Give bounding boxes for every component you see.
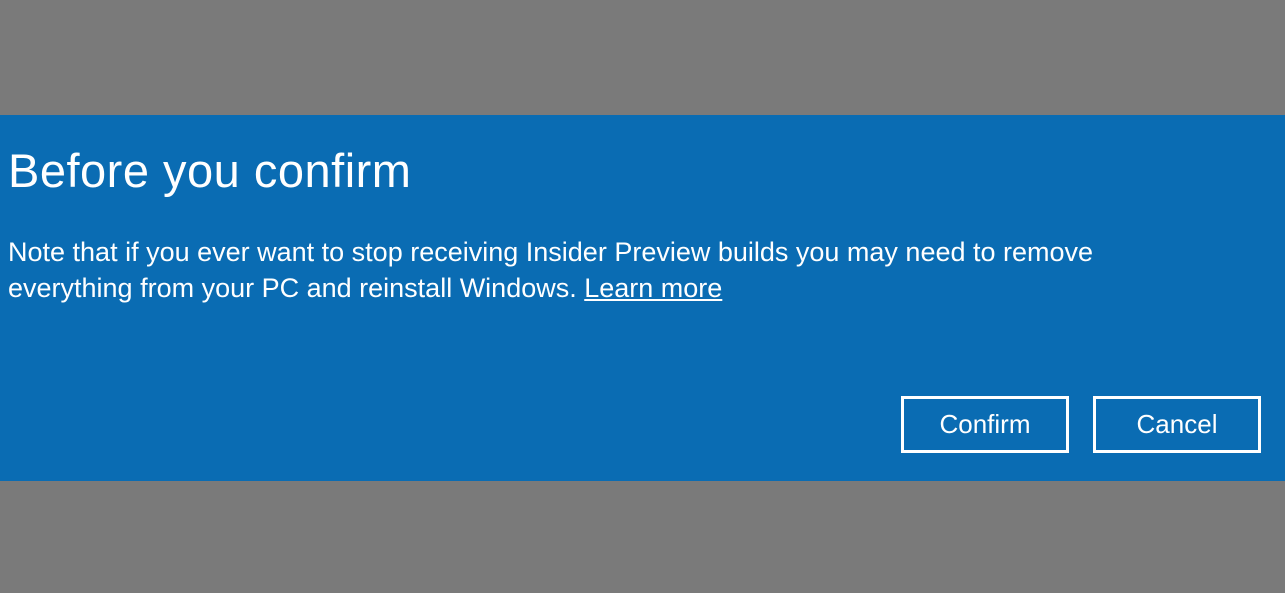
- confirm-button[interactable]: Confirm: [901, 396, 1069, 453]
- cancel-button[interactable]: Cancel: [1093, 396, 1261, 453]
- dialog-body: Note that if you ever want to stop recei…: [8, 234, 1108, 307]
- dialog-title: Before you confirm: [8, 143, 1255, 198]
- dialog-note-text: Note that if you ever want to stop recei…: [8, 237, 1093, 303]
- dialog-button-row: Confirm Cancel: [901, 396, 1261, 453]
- confirm-dialog: Before you confirm Note that if you ever…: [0, 115, 1285, 481]
- learn-more-link[interactable]: Learn more: [584, 273, 722, 303]
